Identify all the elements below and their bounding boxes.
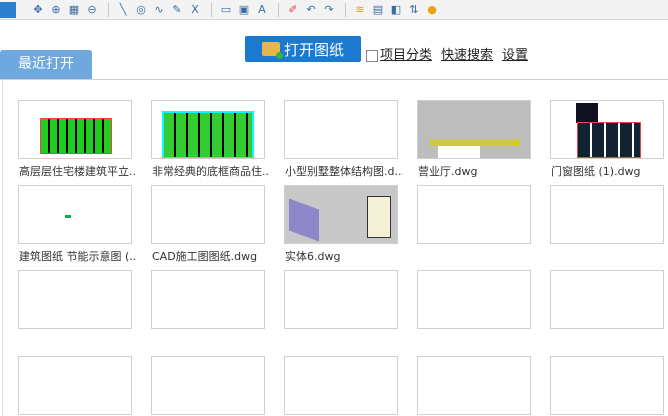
folder-icon: [261, 42, 283, 59]
file-thumbnail[interactable]: [417, 356, 531, 415]
3d-icon[interactable]: ◧: [388, 2, 404, 18]
file-thumbnail[interactable]: [151, 100, 265, 159]
file-thumbnail[interactable]: [151, 270, 265, 329]
eraser-icon[interactable]: ✐: [285, 2, 301, 18]
file-thumbnail[interactable]: [550, 100, 664, 159]
file-thumbnail[interactable]: [417, 185, 531, 244]
file-name[interactable]: 实体6.dwg: [285, 248, 403, 264]
rectangle-icon[interactable]: ▭: [218, 2, 234, 18]
zoom-window-icon[interactable]: ⊕: [48, 2, 64, 18]
file-thumbnail[interactable]: [18, 270, 132, 329]
divider: [2, 80, 3, 416]
file-name[interactable]: 营业厅.dwg: [418, 163, 536, 179]
layer-icon[interactable]: ≋: [352, 2, 368, 18]
text-icon[interactable]: X: [187, 2, 203, 18]
file-thumbnail[interactable]: [18, 100, 132, 159]
open-drawing-button[interactable]: 打开图纸: [245, 36, 361, 62]
image-icon[interactable]: ▣: [236, 2, 252, 18]
text-style-icon[interactable]: A: [254, 2, 270, 18]
zoom-extents-icon[interactable]: ✥: [30, 2, 46, 18]
circle-icon[interactable]: ◎: [133, 2, 149, 18]
quick-search-link[interactable]: 快速搜索: [441, 44, 493, 63]
sort-icon[interactable]: ⇅: [406, 2, 422, 18]
file-name[interactable]: 门窗图纸 (1).dwg: [551, 163, 668, 179]
file-thumbnail[interactable]: [550, 356, 664, 415]
file-name[interactable]: 小型别墅整体结构图.d...: [285, 163, 403, 179]
project-category-label[interactable]: 项目分类: [380, 48, 432, 63]
project-category-checkbox[interactable]: 项目分类: [366, 44, 432, 63]
file-name[interactable]: 非常经典的底框商品住..: [152, 163, 270, 179]
file-name[interactable]: 高层层住宅楼建筑平立..: [19, 163, 137, 179]
file-thumbnail[interactable]: [284, 270, 398, 329]
file-thumbnail[interactable]: [18, 356, 132, 415]
header-options: 项目分类 快速搜索 设置: [366, 44, 528, 63]
block-icon[interactable]: ▤: [370, 2, 386, 18]
file-thumbnail[interactable]: [550, 185, 664, 244]
app-logo-icon: [0, 1, 16, 18]
file-thumbnail[interactable]: [284, 100, 398, 159]
file-name[interactable]: 建筑图纸 节能示意图 (..: [19, 248, 137, 264]
file-thumbnail[interactable]: [550, 270, 664, 329]
open-drawing-label: 打开图纸: [283, 40, 344, 59]
file-thumbnail[interactable]: [417, 270, 531, 329]
file-thumbnail[interactable]: [284, 356, 398, 415]
zoom-out-icon[interactable]: ⊖: [84, 2, 100, 18]
color-icon[interactable]: ●: [424, 2, 440, 18]
redo-icon[interactable]: ↷: [321, 2, 337, 18]
toolbar-separator: [211, 2, 212, 17]
file-thumbnail[interactable]: [284, 185, 398, 244]
file-name[interactable]: CAD施工图图纸.dwg: [152, 248, 270, 264]
pencil-icon[interactable]: ✎: [169, 2, 185, 18]
zoom-select-icon[interactable]: ▦: [66, 2, 82, 18]
toolbar-separator: [108, 2, 109, 17]
line-icon[interactable]: ╲: [115, 2, 131, 18]
toolbar-separator: [345, 2, 346, 17]
settings-link[interactable]: 设置: [502, 44, 528, 63]
toolbar: ✥ ⊕ ▦ ⊖ ╲ ◎ ∿ ✎ X ▭ ▣ A ✐ ↶ ↷ ≋ ▤ ◧ ⇅ ●: [0, 0, 668, 20]
file-thumbnail[interactable]: [18, 185, 132, 244]
spline-icon[interactable]: ∿: [151, 2, 167, 18]
file-thumbnail[interactable]: [417, 100, 531, 159]
toolbar-separator: [278, 2, 279, 17]
divider: [0, 79, 668, 80]
undo-icon[interactable]: ↶: [303, 2, 319, 18]
tab-recent[interactable]: 最近打开: [0, 50, 92, 79]
file-thumbnail[interactable]: [151, 185, 265, 244]
file-thumbnail[interactable]: [151, 356, 265, 415]
